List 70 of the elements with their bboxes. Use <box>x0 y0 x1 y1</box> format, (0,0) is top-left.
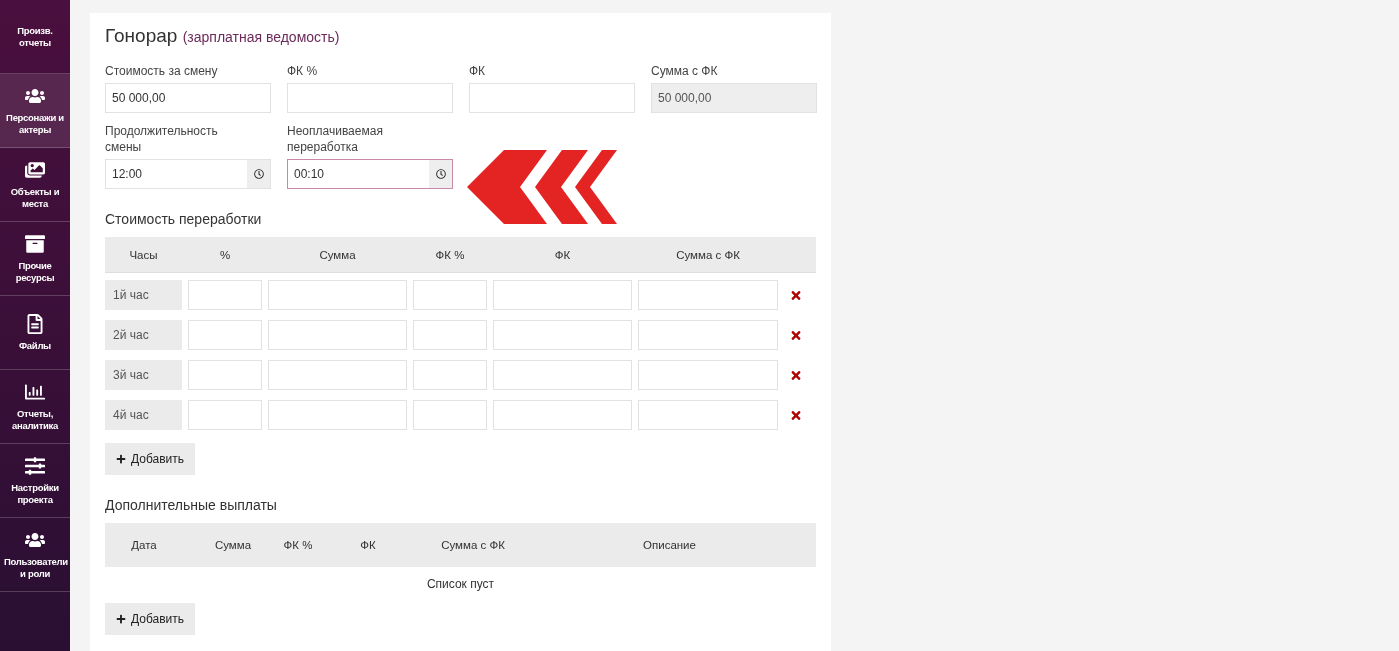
table-input[interactable] <box>268 320 407 350</box>
hour-label: 3й час <box>105 360 182 390</box>
column-header: Сумма с ФК <box>440 538 506 553</box>
document-icon <box>25 313 45 334</box>
delete-button[interactable] <box>790 288 802 302</box>
column-header: ФК <box>359 538 377 553</box>
field-label: Продолжительность смены <box>105 123 219 155</box>
sidebar-item[interactable]: Персонажи и актеры <box>0 74 70 148</box>
table-input[interactable] <box>413 280 487 310</box>
hour-label: 2й час <box>105 320 182 350</box>
table-input[interactable] <box>188 280 262 310</box>
input-field[interactable] <box>287 83 453 113</box>
field-label: Сумма с ФК <box>651 63 719 79</box>
pictures-icon <box>25 159 45 180</box>
column-header: ФК % <box>434 248 466 261</box>
section-heading: Дополнительные выплаты <box>105 497 278 513</box>
chevrons-arrow-icon <box>467 150 617 224</box>
field-label: ФК % <box>287 63 319 79</box>
column-header: Сумма с ФК <box>675 248 741 261</box>
column-header: Сумма <box>318 248 357 261</box>
section-heading: Стоимость переработки <box>105 211 263 227</box>
column-header: Описание <box>642 538 697 553</box>
table-input[interactable] <box>638 320 778 350</box>
column-header: ФК <box>553 248 572 261</box>
table-input[interactable] <box>268 360 407 390</box>
table-input[interactable] <box>413 360 487 390</box>
input-field[interactable] <box>469 83 635 113</box>
plus-icon <box>116 614 126 624</box>
table-input[interactable] <box>638 400 778 430</box>
delete-button[interactable] <box>790 328 802 342</box>
table-input[interactable] <box>268 280 407 310</box>
field-label: Стоимость за смену <box>105 63 219 79</box>
table-input[interactable] <box>188 320 262 350</box>
table-input[interactable] <box>493 400 632 430</box>
sidebar-item[interactable]: Произв. отчеты <box>0 0 70 74</box>
column-header: Сумма <box>213 538 253 553</box>
column-header: ФК % <box>283 538 313 553</box>
sidebar-item[interactable]: Файлы <box>0 296 70 370</box>
sidebar-item[interactable]: Настройки проекта <box>0 444 70 518</box>
table-input[interactable] <box>268 400 407 430</box>
box-icon <box>25 233 45 254</box>
sidebar-item[interactable]: Прочие ресурсы <box>0 222 70 296</box>
add-button[interactable]: Добавить <box>105 603 196 635</box>
plus-icon <box>116 454 126 464</box>
table-input[interactable] <box>188 360 262 390</box>
column-header: Часы <box>128 248 159 261</box>
table-input[interactable] <box>493 360 632 390</box>
sidebar-item[interactable]: Пользователи и роли <box>0 518 70 592</box>
input-field[interactable]: 50 000,00 <box>105 83 271 113</box>
sidebar-item[interactable]: Объекты и места <box>0 148 70 222</box>
sidebar-item[interactable]: Отчеты, аналитика <box>0 370 70 444</box>
table-input[interactable] <box>493 320 632 350</box>
table-input[interactable] <box>638 360 778 390</box>
add-button[interactable]: Добавить <box>105 443 196 475</box>
table-input[interactable] <box>493 280 632 310</box>
column-header: Дата <box>130 538 158 553</box>
hour-label: 4й час <box>105 400 182 430</box>
table-input[interactable] <box>188 400 262 430</box>
field-label: Неоплачиваемая переработка <box>287 123 384 155</box>
empty-message: Список пуст <box>426 577 495 591</box>
section-title: Гонорар (зарплатная ведомость) <box>105 25 341 47</box>
table-input[interactable] <box>638 280 778 310</box>
table-input[interactable] <box>413 320 487 350</box>
sliders-icon <box>25 455 45 476</box>
table-input[interactable] <box>413 400 487 430</box>
field-label: ФК <box>469 63 487 79</box>
delete-button[interactable] <box>790 408 802 422</box>
hour-label: 1й час <box>105 280 182 310</box>
column-header: % <box>218 248 232 261</box>
delete-button[interactable] <box>790 368 802 382</box>
